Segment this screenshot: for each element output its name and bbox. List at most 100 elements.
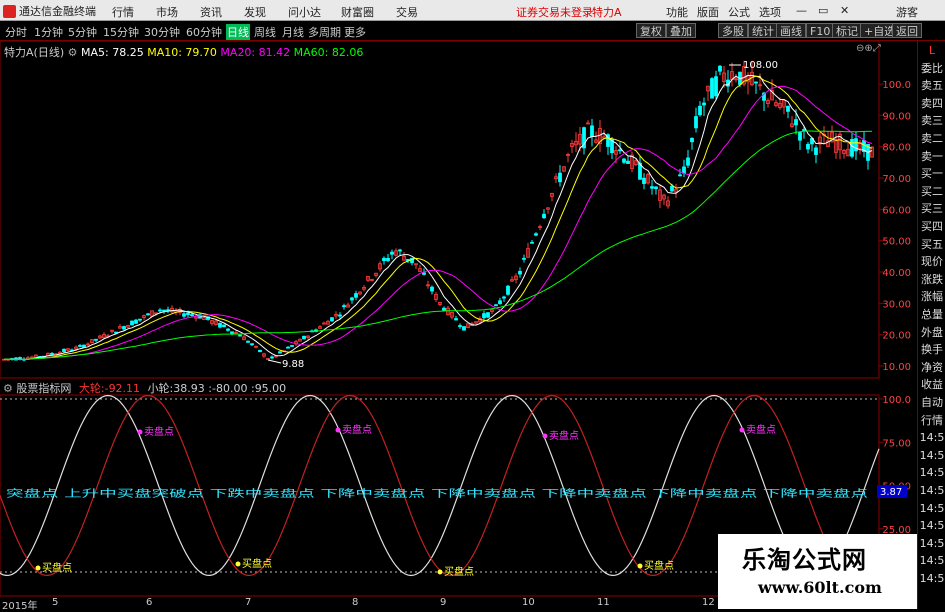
close-icon[interactable]: ✕ [840, 4, 849, 17]
back-button[interactable]: 返回 [892, 23, 922, 38]
candle-body [62, 348, 66, 353]
candle-body [686, 157, 690, 166]
period-tab-15min[interactable]: 15分钟 [103, 24, 139, 40]
quote-panel-item[interactable]: 14:5 [919, 554, 945, 568]
quote-panel-item[interactable]: 涨跌 [919, 273, 945, 287]
quote-panel-item[interactable]: L [919, 44, 945, 58]
quote-panel-item[interactable]: 14:5 [919, 484, 945, 498]
candle-body [222, 324, 226, 328]
menu-discover[interactable]: 发现 [244, 4, 266, 20]
period-tab-30min[interactable]: 30分钟 [144, 24, 180, 40]
period-tab-weekly[interactable]: 周线 [254, 24, 276, 40]
period-tab-intraday[interactable]: 分时 [5, 24, 27, 40]
quote-panel-item[interactable]: 14:5 [919, 502, 945, 516]
quote-panel-item[interactable]: 卖五 [919, 79, 945, 93]
overlay-button[interactable]: 叠加 [666, 23, 696, 38]
menu-news[interactable]: 资讯 [200, 4, 222, 20]
quote-panel-item[interactable]: 买三 [919, 202, 945, 216]
period-tab-monthly[interactable]: 月线 [282, 24, 304, 40]
candle-body [286, 346, 290, 349]
quote-panel-item[interactable]: 14:5 [919, 466, 945, 480]
f10-button[interactable]: F10 [806, 23, 835, 38]
period-tab-1min[interactable]: 1分钟 [34, 24, 63, 40]
multi-stock-button[interactable]: 多股 [718, 23, 748, 38]
quote-panel-item[interactable]: 外盘 [919, 326, 945, 340]
candle-body [50, 352, 54, 355]
login-status[interactable]: 证券交易未登录 [516, 4, 593, 20]
quote-panel-item[interactable]: 总量 [919, 308, 945, 322]
candle-body [678, 174, 682, 177]
candle-body [462, 326, 466, 331]
quote-panel-item[interactable]: 自动 [919, 396, 945, 410]
candle-body [714, 76, 718, 97]
period-tab-5min[interactable]: 5分钟 [68, 24, 97, 40]
settings-icon[interactable]: ⚙ [68, 46, 78, 59]
quote-panel-item[interactable]: 14:5 [919, 572, 945, 586]
quote-panel-item[interactable]: 买四 [919, 220, 945, 234]
candle-body [238, 334, 242, 337]
menu-market[interactable]: 市场 [156, 4, 178, 20]
quote-panel-item[interactable]: 14:5 [919, 537, 945, 551]
price-axis-label: 70.00 [882, 174, 911, 185]
quote-panel-item[interactable]: 换手 [919, 343, 945, 357]
draw-line-button[interactable]: 画线 [776, 23, 806, 38]
candle-body [162, 309, 166, 312]
buy-point-label: 买盘点 [444, 565, 474, 578]
quote-panel-item[interactable]: 14:5 [919, 431, 945, 445]
guest-button[interactable]: 游客 [896, 4, 918, 20]
candle-body [146, 313, 150, 316]
quote-panel-item[interactable]: 现价 [919, 255, 945, 269]
quote-panel-item[interactable]: 收益 [919, 378, 945, 392]
menu-layout[interactable]: 版面 [697, 4, 719, 20]
candle-body [710, 78, 714, 99]
candle-body [754, 81, 758, 84]
quote-panel-item[interactable]: 买二 [919, 185, 945, 199]
quote-panel-item[interactable]: 净资 [919, 361, 945, 375]
quote-panel-item[interactable]: 14:5 [919, 449, 945, 463]
candle-body [230, 331, 234, 334]
date-label-12: 12 [702, 597, 715, 608]
period-tab-multi[interactable]: 多周期 [308, 24, 341, 40]
candle-body [338, 314, 342, 317]
period-tab-60min[interactable]: 60分钟 [186, 24, 222, 40]
ma10-label: MA10: 79.70 [147, 46, 217, 59]
menu-formula[interactable]: 公式 [728, 4, 750, 20]
zoom-in-icon[interactable]: ⊕ [864, 43, 872, 54]
adjust-button[interactable]: 复权 [636, 23, 666, 38]
quote-panel-item[interactable]: 卖二 [919, 132, 945, 146]
price-axis-label: 90.00 [882, 111, 911, 122]
menu-function[interactable]: 功能 [666, 4, 688, 20]
period-tab-more[interactable]: 更多 [344, 24, 366, 40]
sell-point-label: 卖盘点 [746, 423, 776, 436]
candle-body [482, 313, 486, 319]
chart-title: 特力A(日线) [4, 46, 65, 59]
candle-body [850, 139, 854, 157]
quote-panel-item[interactable]: 涨幅 [919, 290, 945, 304]
quote-panel-item[interactable]: 委比 [919, 62, 945, 76]
period-tab-daily[interactable]: 日线 [226, 24, 250, 40]
menu-wealth[interactable]: 财富圈 [341, 4, 374, 20]
expand-icon[interactable]: ⤢ [873, 43, 881, 54]
ma5-line [3, 74, 873, 361]
price-chart[interactable]: 100.0 90.00 80.00 70.00 60.00 50.00 40.00 30.00… [0, 41, 915, 379]
candle-body [682, 166, 686, 174]
menu-quotes[interactable]: 行情 [112, 4, 134, 20]
menu-trade[interactable]: 交易 [396, 4, 418, 20]
mark-button[interactable]: 标记 [832, 23, 862, 38]
quote-panel-item[interactable]: 卖三 [919, 114, 945, 128]
candle-body [442, 307, 446, 311]
quote-panel-item[interactable]: 14:5 [919, 519, 945, 533]
menu-options[interactable]: 选项 [759, 4, 781, 20]
statistics-button[interactable]: 统计 [748, 23, 778, 38]
candle-body [78, 345, 82, 347]
quote-panel-item[interactable]: 卖一 [919, 150, 945, 164]
quote-panel-item[interactable]: 卖四 [919, 97, 945, 111]
candle-body [694, 116, 698, 129]
quote-panel-item[interactable]: 买五 [919, 238, 945, 252]
restore-icon[interactable]: ▭ [818, 4, 828, 17]
menu-ask[interactable]: 问小达 [288, 4, 321, 20]
candle-body [386, 257, 390, 262]
quote-panel-item[interactable]: 买一 [919, 167, 945, 181]
quote-panel-item[interactable]: 行情 [919, 414, 945, 428]
minimize-icon[interactable]: — [796, 4, 807, 17]
